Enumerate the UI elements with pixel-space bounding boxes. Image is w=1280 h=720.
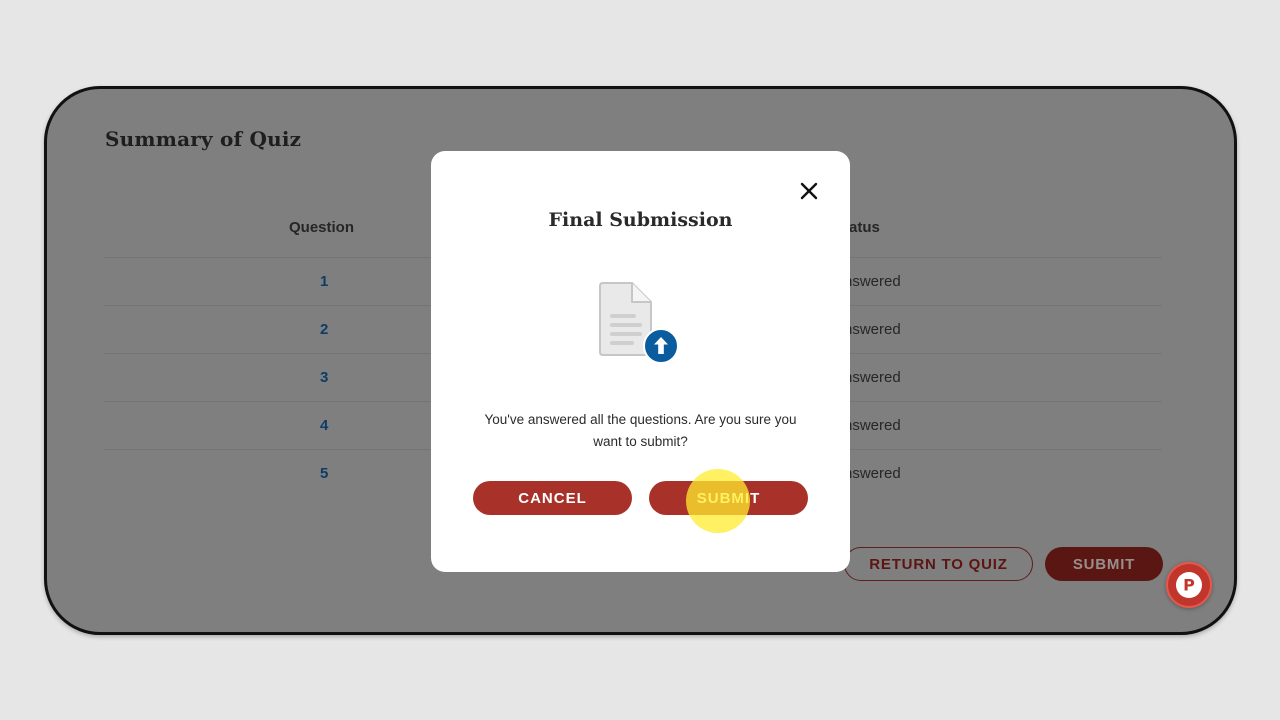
question-number-link[interactable]: 5 [320,465,328,482]
question-number-link[interactable]: 1 [320,273,328,290]
close-icon [800,182,818,200]
help-icon-letter: P [1183,576,1195,595]
close-button[interactable] [797,179,821,203]
help-p-icon: P [1176,572,1202,598]
modal-title: Final Submission [548,209,733,231]
question-number-link[interactable]: 2 [320,321,328,338]
page-title: Summary of Quiz [105,127,302,151]
modal-message: You've answered all the questions. Are y… [484,412,797,449]
return-to-quiz-button[interactable]: RETURN TO QUIZ [844,547,1033,581]
confirm-submit-button[interactable]: SUBMIT [649,481,808,515]
column-header-question: Question [289,219,355,236]
question-number-link[interactable]: 3 [320,369,328,386]
final-submission-modal: Final Submission You've answered all the… [431,151,850,572]
help-button[interactable]: P [1166,562,1212,608]
question-number-link[interactable]: 4 [320,417,328,434]
cancel-button[interactable]: CANCEL [473,481,632,515]
document-upload-icon [599,282,679,364]
submit-quiz-button[interactable]: SUBMIT [1045,547,1163,581]
